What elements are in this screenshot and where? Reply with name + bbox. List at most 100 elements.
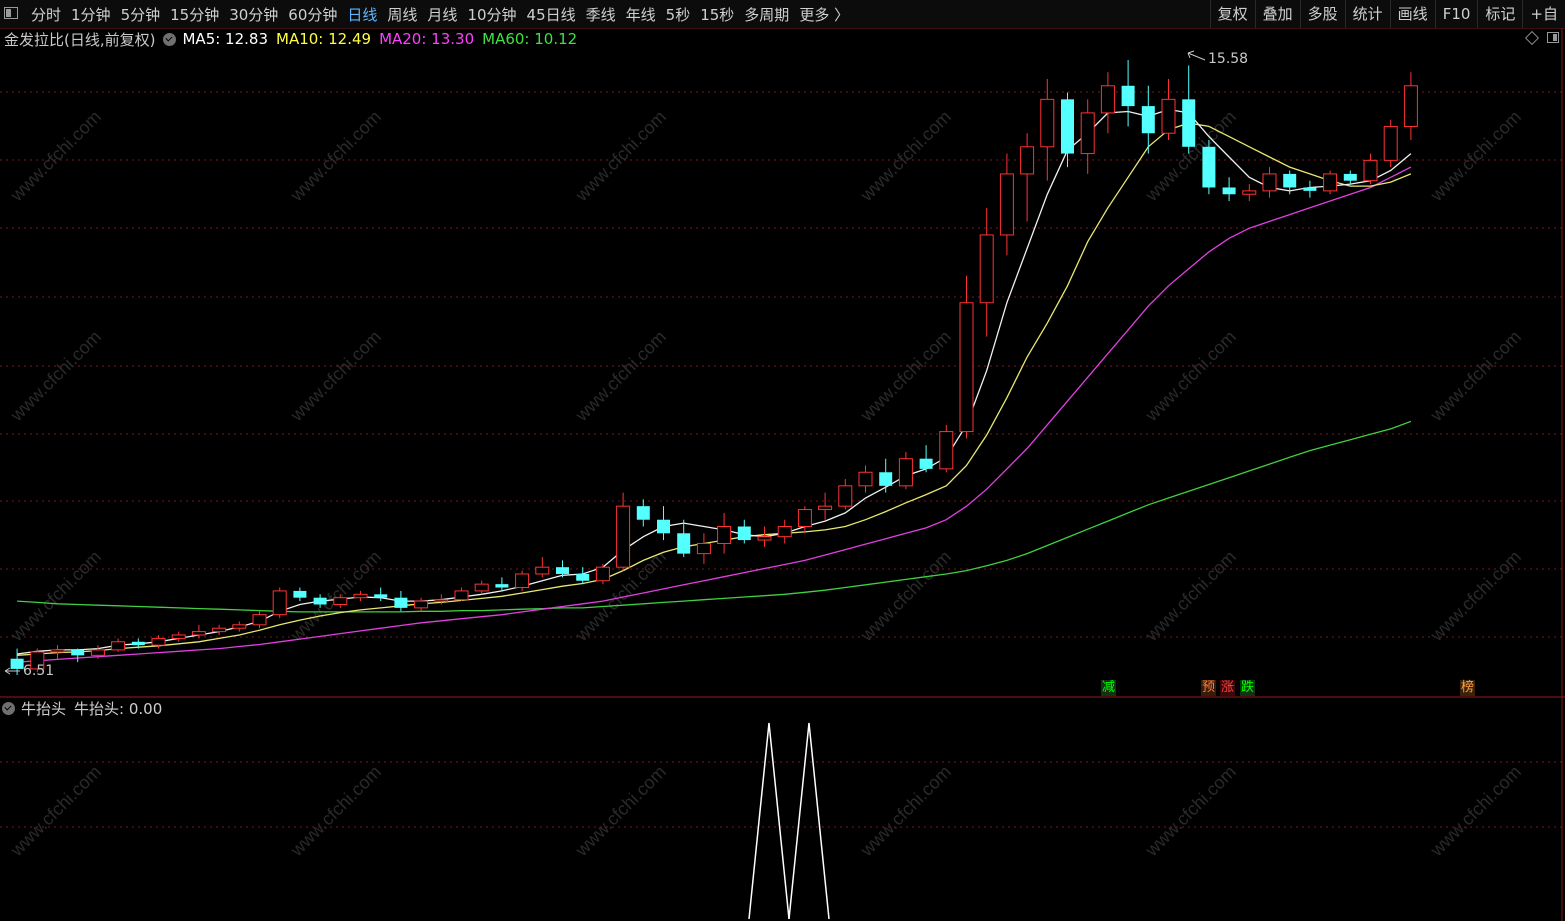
- watermark-text: www.cfchi.com: [286, 107, 385, 206]
- watermark-text: www.cfchi.com: [6, 762, 105, 861]
- candle-body: [71, 649, 85, 656]
- candle-body: [556, 567, 569, 574]
- candle-body: [1040, 98, 1055, 148]
- watermark-text: www.cfchi.com: [856, 107, 955, 206]
- candle-body: [818, 505, 833, 511]
- watermark-text: www.cfchi.com: [286, 762, 385, 861]
- indicator-name: 牛抬头: [21, 699, 67, 718]
- candle-body: [1080, 112, 1095, 155]
- candle-body: [1403, 85, 1418, 127]
- candle-body: [1323, 173, 1338, 192]
- watermark-text: www.cfchi.com: [6, 107, 105, 206]
- candle-body: [677, 533, 691, 554]
- candle-body: [838, 485, 853, 507]
- candle-body: [595, 566, 610, 582]
- candle-body: [90, 649, 105, 656]
- watermark-text: www.cfchi.com: [856, 547, 955, 646]
- candle-body: [293, 590, 307, 598]
- watermark-text: www.cfchi.com: [1141, 762, 1240, 861]
- signal-marker[interactable]: 榜: [1460, 680, 1476, 696]
- candle-body: [353, 593, 368, 599]
- candle-body: [616, 505, 631, 568]
- candle-body: [1383, 125, 1398, 161]
- candle-body: [313, 597, 327, 605]
- candle-body: [394, 597, 408, 608]
- candle-body: [252, 614, 267, 626]
- candle-body: [1222, 187, 1236, 195]
- watermark-text: www.cfchi.com: [571, 107, 670, 206]
- candle-body: [636, 506, 650, 520]
- candle-body: [1242, 190, 1257, 195]
- watermark-text: www.cfchi.com: [1426, 762, 1525, 861]
- signal-marker[interactable]: 预: [1201, 680, 1217, 696]
- indicator-info-bar: 牛抬头 牛抬头: 0.00: [0, 698, 162, 718]
- signal-marker[interactable]: 减: [1101, 680, 1117, 696]
- candle-body: [1303, 187, 1317, 191]
- signal-marker[interactable]: 跌: [1240, 680, 1256, 696]
- candle-body: [374, 594, 388, 598]
- watermark-text: www.cfchi.com: [571, 762, 670, 861]
- candle-body: [131, 641, 145, 646]
- candle-body: [1262, 173, 1277, 192]
- watermark-text: www.cfchi.com: [1426, 547, 1525, 646]
- candle-body: [454, 590, 469, 601]
- low-arrow-icon: [4, 667, 20, 675]
- indicator-spike: [788, 722, 830, 920]
- low-price-label: 6.51: [23, 663, 55, 679]
- candle-body: [1100, 85, 1115, 114]
- candle-body: [272, 590, 287, 616]
- candle-body: [1061, 99, 1074, 154]
- candle-body: [495, 584, 509, 588]
- candle-body: [1363, 159, 1378, 182]
- candle-body: [1202, 146, 1216, 188]
- candle-body: [171, 634, 186, 639]
- candle-body: [50, 649, 65, 653]
- candle-body: [1020, 146, 1035, 175]
- signal-marker[interactable]: 涨: [1220, 680, 1236, 696]
- candle-body: [858, 471, 873, 487]
- candle-body: [737, 526, 751, 541]
- candle-body: [1141, 106, 1155, 134]
- candle-body: [191, 631, 206, 636]
- candle-body: [212, 627, 227, 633]
- high-arrow-icon: [1187, 50, 1206, 61]
- watermark-text: www.cfchi.com: [856, 762, 955, 861]
- candle-body: [1343, 173, 1357, 181]
- watermark-text: www.cfchi.com: [6, 547, 105, 646]
- watermark-text: www.cfchi.com: [1426, 107, 1525, 206]
- candle-body: [939, 431, 954, 470]
- candle-body: [919, 458, 933, 469]
- candle-body: [879, 472, 893, 486]
- candle-body: [797, 509, 812, 528]
- high-price-label: 15.58: [1208, 51, 1249, 67]
- watermark-text: www.cfchi.com: [6, 327, 105, 426]
- candle-body: [657, 519, 670, 534]
- candle-body: [515, 573, 530, 589]
- candlestick-chart[interactable]: www.cfchi.com www.cfchi.com www.cfchi.com w…: [0, 0, 1565, 921]
- candle-body: [1283, 173, 1297, 188]
- indicator-spike: [748, 722, 790, 920]
- indicator-settings-icon[interactable]: [2, 701, 15, 715]
- watermark-text: www.cfchi.com: [1141, 327, 1240, 426]
- candle-body: [10, 658, 24, 669]
- watermark-text: www.cfchi.com: [856, 327, 955, 426]
- candle-body: [151, 637, 166, 646]
- candle-body: [777, 526, 792, 538]
- candle-body: [434, 599, 449, 602]
- candle-body: [333, 597, 348, 605]
- candle-body: [757, 536, 772, 541]
- candle-body: [999, 173, 1014, 236]
- watermark-text: www.cfchi.com: [1426, 327, 1525, 426]
- watermark-text: www.cfchi.com: [571, 327, 670, 426]
- candle-body: [959, 302, 974, 433]
- candle-body: [717, 526, 732, 544]
- candle-body: [232, 624, 247, 629]
- candle-body: [474, 583, 489, 592]
- candle-body: [1182, 99, 1196, 147]
- candle-body: [979, 234, 994, 304]
- candle-body: [1121, 85, 1135, 107]
- candle-body: [414, 600, 429, 609]
- watermark-text: www.cfchi.com: [1141, 547, 1240, 646]
- candle-body: [1161, 98, 1176, 134]
- indicator-value: 牛抬头: 0.00: [74, 699, 163, 718]
